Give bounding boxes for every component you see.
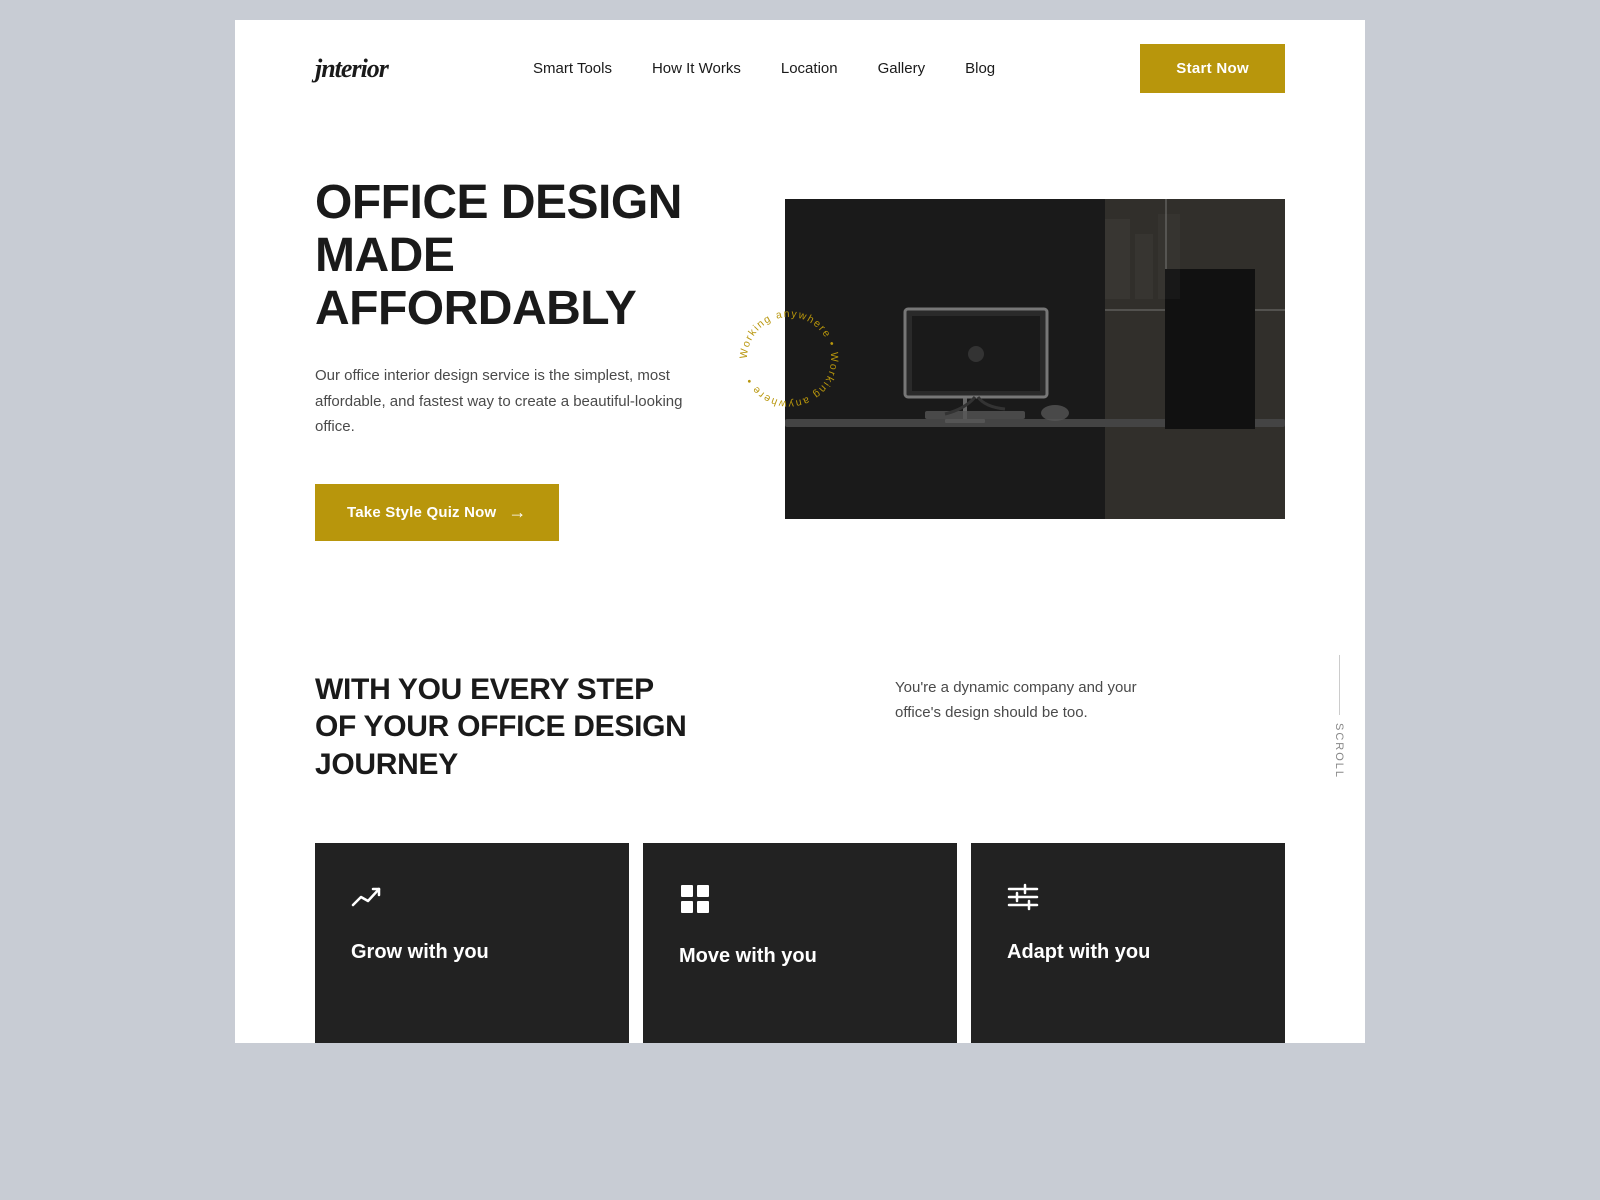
- nav-links: Smart Tools How It Works Location Galler…: [533, 60, 995, 78]
- cards-section: Grow with you Move with you: [235, 843, 1365, 1043]
- nav-link-smart-tools[interactable]: Smart Tools: [533, 60, 612, 77]
- circular-text-badge: Working anywhere • Working anywhere •: [734, 304, 844, 414]
- grid-icon: [679, 883, 921, 915]
- grid-squares-icon: [679, 883, 711, 915]
- card-move: Move with you: [643, 843, 957, 1043]
- journey-right: You're a dynamic company and your office…: [815, 671, 1285, 726]
- card-grow: Grow with you: [315, 843, 629, 1043]
- adjust-sliders-icon: [1007, 883, 1039, 911]
- nav-item-how-it-works[interactable]: How It Works: [652, 60, 741, 78]
- scroll-line: [1339, 655, 1340, 715]
- hero-section: OFFICE DESIGN MADE AFFORDABLY Our office…: [235, 117, 1365, 601]
- nav-link-blog[interactable]: Blog: [965, 60, 995, 77]
- nav-link-gallery[interactable]: Gallery: [878, 60, 926, 77]
- journey-left: WITH YOU EVERY STEP OF YOUR OFFICE DESIG…: [315, 671, 815, 784]
- journey-description: You're a dynamic company and your office…: [895, 675, 1175, 726]
- journey-section: WITH YOU EVERY STEP OF YOUR OFFICE DESIG…: [235, 601, 1365, 834]
- page-wrapper: jnterior Smart Tools How It Works Locati…: [235, 20, 1365, 1043]
- nav-link-how-it-works[interactable]: How It Works: [652, 60, 741, 77]
- office-photo: [785, 199, 1285, 519]
- desk-scene-svg: [785, 199, 1285, 519]
- card-grow-title: Grow with you: [351, 941, 593, 964]
- scroll-label: SCROLL: [1333, 723, 1345, 779]
- start-now-button[interactable]: Start Now: [1140, 44, 1285, 93]
- quiz-button[interactable]: Take Style Quiz Now →: [315, 484, 559, 541]
- nav-item-location[interactable]: Location: [781, 60, 838, 78]
- hero-description: Our office interior design service is th…: [315, 363, 705, 440]
- journey-title: WITH YOU EVERY STEP OF YOUR OFFICE DESIG…: [315, 671, 815, 784]
- circular-text-svg: Working anywhere • Working anywhere •: [734, 304, 844, 414]
- trend-up-icon: [351, 883, 387, 911]
- nav-link-location[interactable]: Location: [781, 60, 838, 77]
- hero-image: [785, 199, 1285, 519]
- arrow-icon: →: [508, 502, 526, 523]
- sliders-icon: [1007, 883, 1249, 911]
- svg-text:Working anywhere • Working any: Working anywhere • Working anywhere •: [738, 308, 840, 410]
- trend-icon: [351, 883, 593, 911]
- quiz-button-label: Take Style Quiz Now: [347, 504, 496, 521]
- scroll-indicator: SCROLL: [1333, 655, 1345, 779]
- card-adapt-title: Adapt with you: [1007, 941, 1249, 964]
- hero-left: OFFICE DESIGN MADE AFFORDABLY Our office…: [315, 177, 785, 541]
- card-adapt: Adapt with you: [971, 843, 1285, 1043]
- nav-item-gallery[interactable]: Gallery: [878, 60, 926, 78]
- nav-item-smart-tools[interactable]: Smart Tools: [533, 60, 612, 78]
- hero-title: OFFICE DESIGN MADE AFFORDABLY: [315, 177, 745, 335]
- logo: jnterior: [315, 54, 388, 84]
- card-move-title: Move with you: [679, 945, 921, 968]
- nav-item-blog[interactable]: Blog: [965, 60, 995, 78]
- navbar: jnterior Smart Tools How It Works Locati…: [235, 20, 1365, 117]
